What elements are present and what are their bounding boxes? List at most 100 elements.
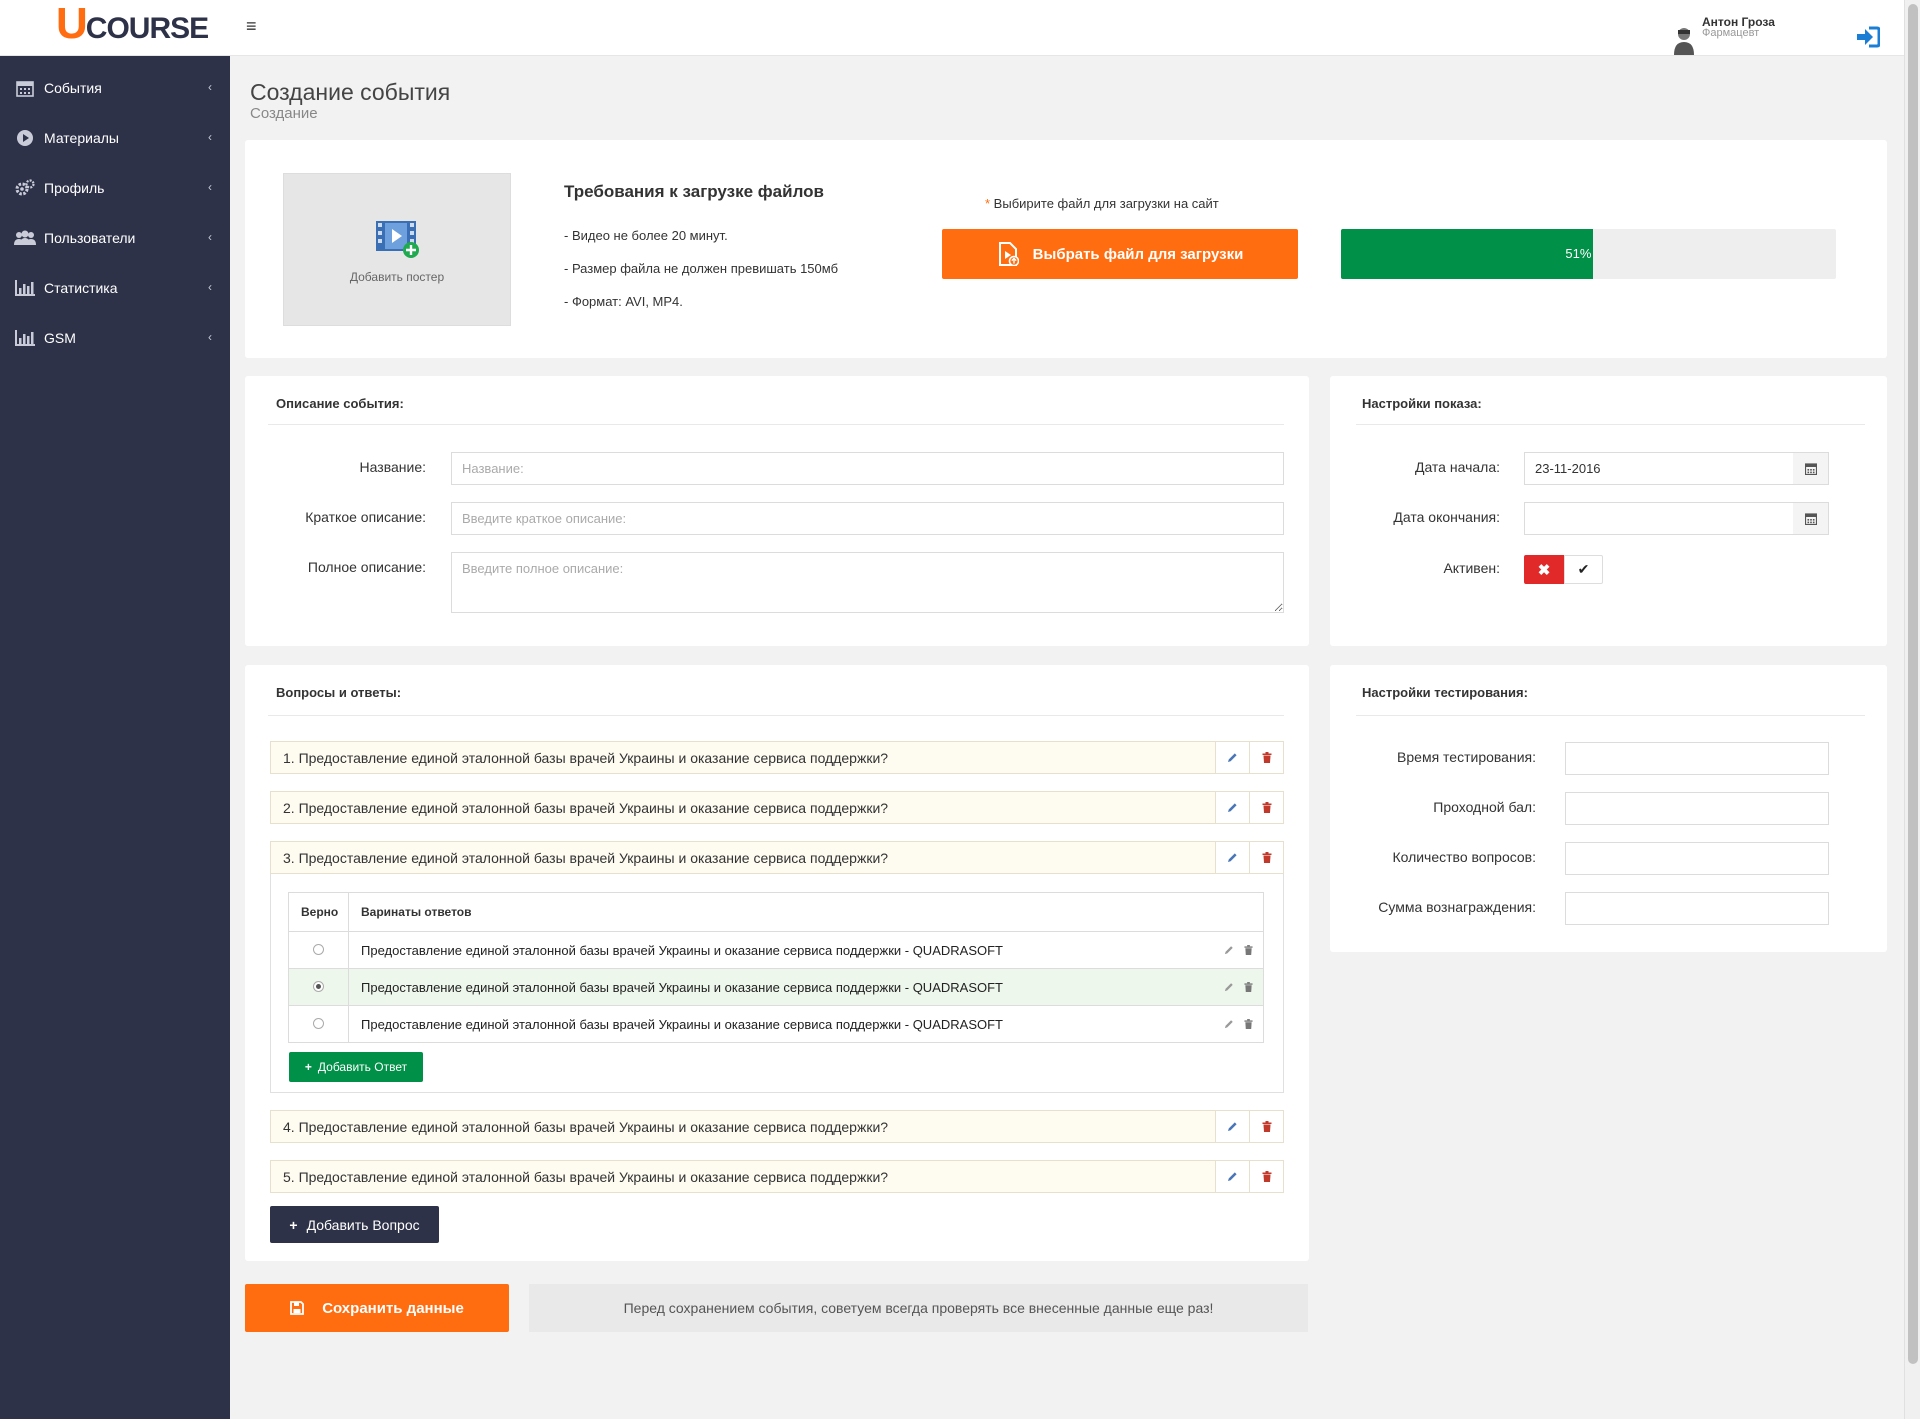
choose-file-button[interactable]: Выбрать файл для загрузки bbox=[942, 229, 1298, 279]
chevron-left-icon: ‹ bbox=[208, 80, 212, 94]
user-menu[interactable]: Антон Гроза Фармацевт bbox=[1672, 16, 1775, 55]
bar-chart-icon bbox=[14, 279, 36, 297]
save-note: Перед сохранением события, советуем всег… bbox=[529, 1284, 1308, 1332]
test-settings-heading: Настройки тестирования: bbox=[1362, 685, 1528, 700]
trash-icon[interactable] bbox=[1244, 980, 1253, 995]
short-description-input[interactable] bbox=[451, 502, 1284, 535]
pass-score-input[interactable] bbox=[1565, 792, 1829, 825]
divider bbox=[1356, 424, 1865, 425]
question-text[interactable]: 3. Предоставление единой эталонной базы … bbox=[283, 850, 888, 866]
full-description-label: Полное описание: bbox=[307, 559, 426, 575]
sidebar-item-label: Пользователи bbox=[44, 230, 136, 246]
question-row: 3. Предоставление единой эталонной базы … bbox=[270, 841, 1284, 874]
trash-icon[interactable] bbox=[1244, 943, 1253, 958]
question-row: 4. Предоставление единой эталонной базы … bbox=[270, 1110, 1284, 1143]
add-question-label: Добавить Вопрос bbox=[306, 1216, 420, 1233]
chevron-left-icon: ‹ bbox=[208, 230, 212, 244]
trash-icon[interactable] bbox=[1244, 1017, 1253, 1032]
upload-progress-label: 51% bbox=[1565, 246, 1592, 261]
vertical-scrollbar[interactable] bbox=[1904, 0, 1920, 1419]
top-header: UCOURSE ≡ Антон Гроза Фармацевт bbox=[0, 0, 1904, 56]
correct-answer-radio[interactable] bbox=[313, 943, 324, 955]
pencil-icon[interactable] bbox=[1215, 1161, 1249, 1192]
correct-answer-radio[interactable] bbox=[313, 980, 324, 992]
sidebar-item-users[interactable]: Пользователи ‹ bbox=[0, 213, 230, 263]
pencil-icon[interactable] bbox=[1224, 1017, 1234, 1032]
page-title: Создание события bbox=[250, 79, 451, 105]
name-input[interactable] bbox=[451, 452, 1284, 485]
correct-answer-radio[interactable] bbox=[313, 1017, 324, 1029]
play-circle-icon bbox=[14, 129, 36, 147]
question-count-input[interactable] bbox=[1565, 842, 1829, 875]
upload-progress-fill: 51% bbox=[1341, 229, 1594, 279]
sidebar-item-gsm[interactable]: GSM ‹ bbox=[0, 313, 230, 363]
question-row: 5. Предоставление единой эталонной базы … bbox=[270, 1160, 1284, 1193]
calendar-icon[interactable] bbox=[1793, 452, 1829, 485]
sidebar-item-label: Профиль bbox=[44, 180, 105, 196]
active-label: Активен: bbox=[1443, 560, 1500, 576]
sidebar-item-events[interactable]: События ‹ bbox=[0, 63, 230, 113]
bar-chart-icon bbox=[14, 329, 36, 347]
start-date-input[interactable] bbox=[1524, 452, 1794, 485]
end-date-label: Дата окончания: bbox=[1393, 509, 1500, 525]
active-toggle-button[interactable]: ✔ bbox=[1564, 555, 1603, 584]
trash-icon[interactable] bbox=[1249, 742, 1283, 773]
sidebar: События ‹ Материалы ‹ Профиль ‹ Пользова… bbox=[0, 56, 230, 1419]
trash-icon[interactable] bbox=[1249, 842, 1283, 873]
name-label: Название: bbox=[359, 459, 426, 475]
sidebar-item-profile[interactable]: Профиль ‹ bbox=[0, 163, 230, 213]
requirement-item: - Размер файла не должен превишать 150мб bbox=[564, 261, 839, 276]
calendar-icon bbox=[14, 79, 36, 97]
test-time-label: Время тестирования: bbox=[1397, 749, 1536, 765]
sign-in-icon[interactable] bbox=[1856, 26, 1880, 48]
pencil-icon[interactable] bbox=[1224, 943, 1234, 958]
pencil-icon[interactable] bbox=[1215, 1111, 1249, 1142]
pencil-icon[interactable] bbox=[1215, 742, 1249, 773]
add-answer-button[interactable]: + Добавить Ответ bbox=[289, 1052, 423, 1082]
add-poster-button[interactable]: Добавить постер bbox=[283, 173, 511, 326]
pencil-icon[interactable] bbox=[1215, 842, 1249, 873]
logo[interactable]: UCOURSE bbox=[56, 2, 209, 46]
trash-icon[interactable] bbox=[1249, 792, 1283, 823]
sidebar-item-statistics[interactable]: Статистика ‹ bbox=[0, 263, 230, 313]
questions-heading: Вопросы и ответы: bbox=[276, 685, 402, 700]
save-button-label: Сохранить данные bbox=[322, 1299, 464, 1317]
pencil-icon[interactable] bbox=[1215, 792, 1249, 823]
trash-icon[interactable] bbox=[1249, 1161, 1283, 1192]
chevron-left-icon: ‹ bbox=[208, 180, 212, 194]
trash-icon[interactable] bbox=[1249, 1111, 1283, 1142]
film-add-icon bbox=[376, 221, 419, 258]
column-header-answers: Варинаты ответов bbox=[348, 892, 1264, 932]
add-question-button[interactable]: + Добавить Вопрос bbox=[270, 1206, 439, 1243]
pencil-icon[interactable] bbox=[1224, 980, 1234, 995]
question-text[interactable]: 4. Предоставление единой эталонной базы … bbox=[283, 1119, 888, 1135]
divider bbox=[1356, 715, 1865, 716]
inactive-toggle-button[interactable]: ✖ bbox=[1524, 555, 1564, 584]
test-time-input[interactable] bbox=[1565, 742, 1829, 775]
calendar-icon[interactable] bbox=[1793, 502, 1829, 535]
sidebar-item-label: События bbox=[44, 80, 102, 96]
reward-amount-input[interactable] bbox=[1565, 892, 1829, 925]
full-description-textarea[interactable] bbox=[451, 552, 1284, 613]
add-answer-label: Добавить Ответ bbox=[317, 1060, 408, 1074]
question-text[interactable]: 5. Предоставление единой эталонной базы … bbox=[283, 1169, 888, 1185]
display-settings-heading: Настройки показа: bbox=[1362, 396, 1482, 411]
requirement-item: - Формат: AVI, MP4. bbox=[564, 294, 683, 309]
hamburger-icon[interactable]: ≡ bbox=[246, 16, 257, 37]
logo-letter: U bbox=[56, 0, 88, 48]
save-button[interactable]: Сохранить данные bbox=[245, 1284, 509, 1332]
sidebar-item-label: Статистика bbox=[44, 280, 118, 296]
file-upload-icon bbox=[998, 242, 1019, 266]
scrollbar-thumb[interactable] bbox=[1908, 4, 1918, 1364]
question-row: 2. Предоставление единой эталонной базы … bbox=[270, 791, 1284, 824]
question-text[interactable]: 1. Предоставление единой эталонной базы … bbox=[283, 750, 888, 766]
description-heading: Описание события: bbox=[276, 396, 404, 411]
choose-file-hint-text: Выбирите файл для загрузки на сайт bbox=[990, 196, 1219, 211]
end-date-input[interactable] bbox=[1524, 502, 1794, 535]
chevron-left-icon: ‹ bbox=[208, 330, 212, 344]
answer-text: Предоставление единой эталонной базы вра… bbox=[348, 931, 1194, 969]
question-text[interactable]: 2. Предоставление единой эталонной базы … bbox=[283, 800, 888, 816]
sidebar-item-materials[interactable]: Материалы ‹ bbox=[0, 113, 230, 163]
floppy-disk-icon bbox=[290, 1301, 305, 1315]
chevron-left-icon: ‹ bbox=[208, 280, 212, 294]
